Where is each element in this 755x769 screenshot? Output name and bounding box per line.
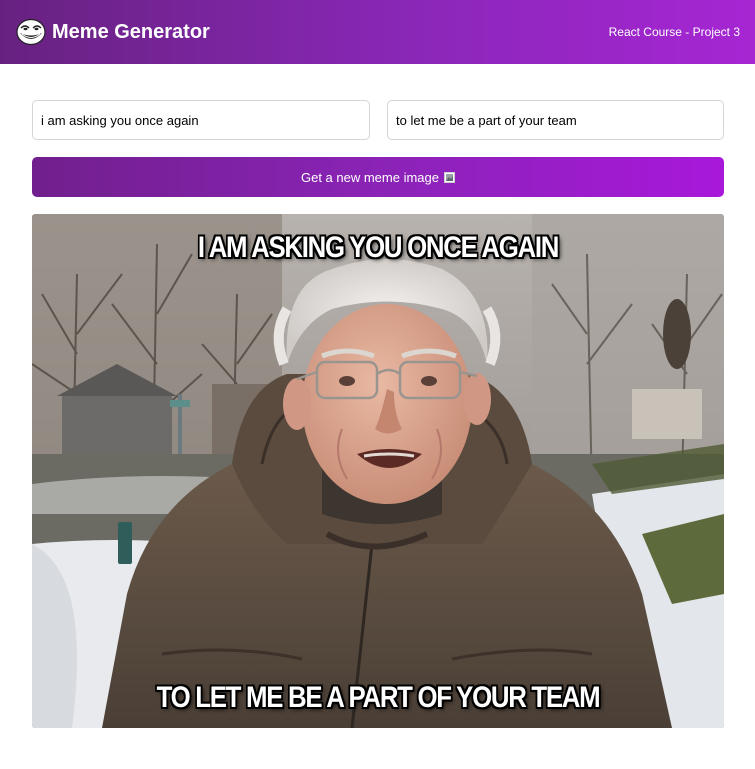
app-title: Meme Generator (52, 21, 210, 43)
troll-face-icon (16, 18, 46, 46)
get-new-meme-label: Get a new meme image (300, 169, 439, 185)
meme-image: I AM ASKING YOU ONCE AGAIN TO LET ME BE … (32, 214, 724, 728)
app-header: Meme Generator React Course - Project 3 (0, 0, 755, 64)
bottom-text-input[interactable] (387, 100, 724, 140)
top-text-input[interactable] (32, 100, 370, 140)
meme-bottom-caption: TO LET ME BE A PART OF YOUR TEAM (156, 681, 601, 714)
meme-top-caption: I AM ASKING YOU ONCE AGAIN (197, 231, 559, 264)
picture-frame-icon (444, 171, 455, 183)
meme-photo (32, 214, 724, 728)
course-label: React Course - Project 3 (608, 25, 740, 39)
get-new-meme-button[interactable]: Get a new meme image (32, 157, 724, 197)
